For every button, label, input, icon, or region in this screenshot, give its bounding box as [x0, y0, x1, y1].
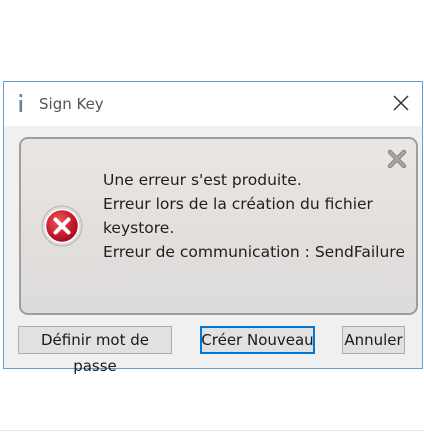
title-bar[interactable]: Sign Key [4, 82, 422, 126]
message-line-1: Une erreur s'est produite. [103, 171, 302, 189]
close-icon[interactable] [388, 90, 414, 116]
message-line-2: Erreur lors de la création du fichier [103, 195, 373, 213]
info-icon [19, 94, 23, 112]
window-title: Sign Key [39, 95, 104, 113]
create-new-button[interactable]: Créer Nouveau [200, 326, 315, 354]
message-line-4: Erreur de communication : SendFailure [103, 243, 405, 261]
background-divider [0, 430, 424, 431]
cancel-button[interactable]: Annuler [342, 326, 405, 354]
error-icon [41, 205, 83, 247]
message-panel: Une erreur s'est produite. Erreur lors d… [19, 137, 418, 315]
set-password-button[interactable]: Définir mot de passe [18, 326, 172, 375]
panel-close-icon[interactable] [385, 147, 409, 171]
sign-key-dialog: Sign Key Une erreur s'est produite. Erre… [3, 81, 423, 375]
message-line-3: keystore. [103, 219, 175, 237]
